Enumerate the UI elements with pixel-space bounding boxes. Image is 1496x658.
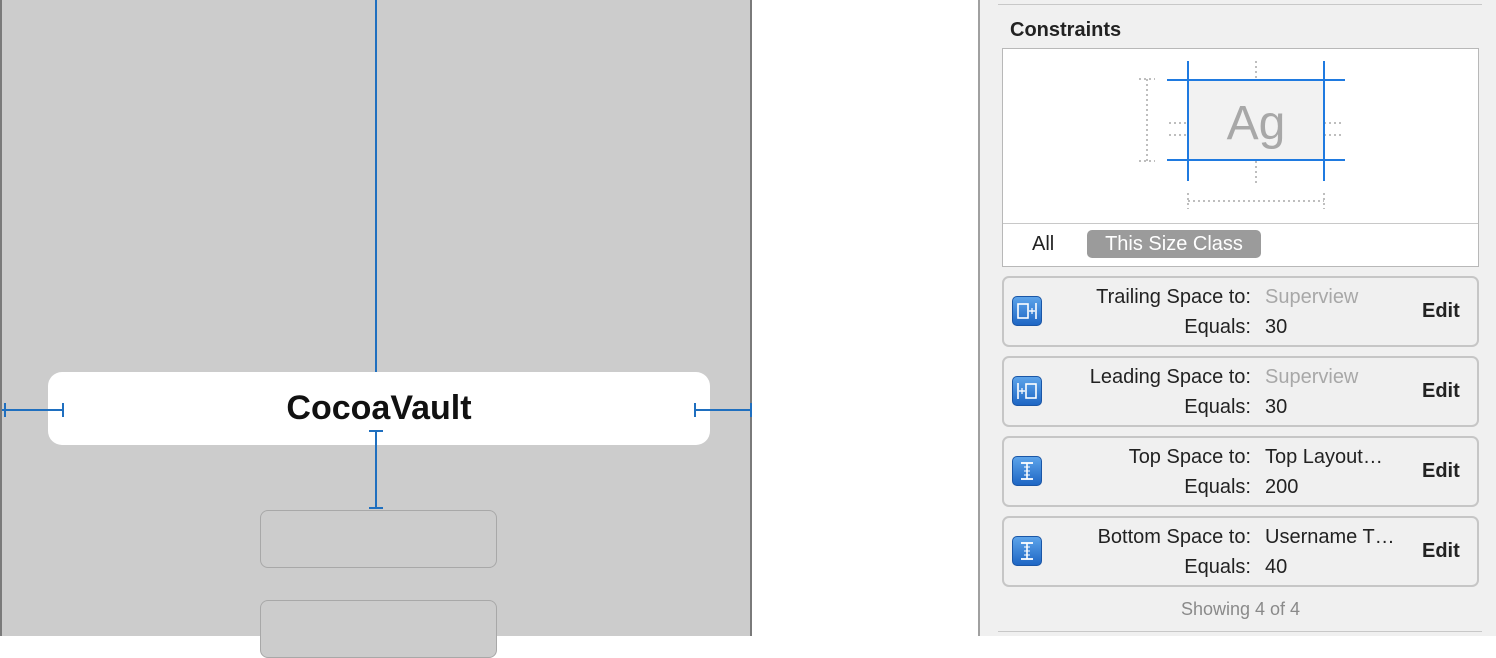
constraint-target: Top Layout… — [1265, 446, 1383, 468]
constraint-row-leading[interactable]: Leading Space to: Superview Equals: 30 E… — [1002, 356, 1479, 427]
username-text-field[interactable] — [260, 510, 497, 568]
trailing-space-icon — [1012, 296, 1042, 326]
edit-button[interactable]: Edit — [1422, 380, 1460, 403]
constraint-target: Superview — [1265, 286, 1359, 308]
constraint-equals-label: Equals: — [1184, 316, 1251, 338]
app-title-text: CocoaVault — [286, 389, 472, 427]
trailing-constraint-edge-cap — [750, 403, 752, 417]
constraint-value: 200 — [1265, 476, 1299, 498]
constraint-key: Bottom Space to: — [1097, 526, 1251, 548]
password-text-field[interactable] — [260, 600, 497, 658]
constraint-row-trailing[interactable]: Trailing Space to: Superview Equals: 30 … — [1002, 276, 1479, 347]
constraint-key: Trailing Space to: — [1096, 286, 1251, 308]
constraint-target: Username T… — [1265, 526, 1395, 548]
constraint-row-top[interactable]: Top Space to: Top Layout… Equals: 200 Ed… — [1002, 436, 1479, 507]
leading-constraint-cap — [62, 403, 64, 417]
constraint-row-bottom[interactable]: Bottom Space to: Username T… Equals: 40 … — [1002, 516, 1479, 587]
trailing-constraint-cap — [694, 403, 696, 417]
constraints-section-title: Constraints — [1010, 19, 1122, 41]
leading-constraint-line[interactable] — [2, 409, 64, 411]
constraint-equals-label: Equals: — [1184, 556, 1251, 578]
size-class-tabs: All This Size Class — [1003, 223, 1478, 266]
top-constraint-line[interactable] — [375, 0, 377, 386]
bottom-constraint-line[interactable] — [375, 430, 377, 509]
edit-button[interactable]: Edit — [1422, 460, 1460, 483]
constraint-key: Leading Space to: — [1089, 366, 1251, 388]
tab-all[interactable]: All — [1032, 233, 1054, 256]
leading-space-icon — [1012, 376, 1042, 406]
preview-text: Ag — [1227, 97, 1286, 150]
constraint-value: 30 — [1265, 316, 1288, 338]
constraint-value: 30 — [1265, 396, 1288, 418]
trailing-constraint-line[interactable] — [694, 409, 752, 411]
constraint-value: 40 — [1265, 556, 1288, 578]
divider — [998, 631, 1482, 632]
app-title-label[interactable]: CocoaVault — [48, 372, 710, 445]
constraints-preview-icon: Ag — [1139, 61, 1345, 209]
storyboard-canvas[interactable]: CocoaVault — [0, 0, 752, 658]
vertical-space-icon — [1012, 536, 1042, 566]
leading-constraint-edge-cap — [4, 403, 6, 417]
size-inspector-panel: Constraints Ag All This Size Class Trail… — [978, 0, 1496, 636]
edit-button[interactable]: Edit — [1422, 540, 1460, 563]
constraint-equals-label: Equals: — [1184, 476, 1251, 498]
vertical-space-icon — [1012, 456, 1042, 486]
tab-this-size-class[interactable]: This Size Class — [1087, 230, 1261, 258]
constraint-target: Superview — [1265, 366, 1359, 388]
constraints-diagram[interactable]: Ag All This Size Class — [1002, 48, 1479, 267]
bottom-constraint-cap-bottom — [369, 507, 383, 509]
edit-button[interactable]: Edit — [1422, 300, 1460, 323]
constraint-equals-label: Equals: — [1184, 396, 1251, 418]
showing-count: Showing 4 of 4 — [1180, 599, 1301, 619]
constraint-key: Top Space to: — [1128, 446, 1251, 468]
divider — [998, 4, 1482, 5]
